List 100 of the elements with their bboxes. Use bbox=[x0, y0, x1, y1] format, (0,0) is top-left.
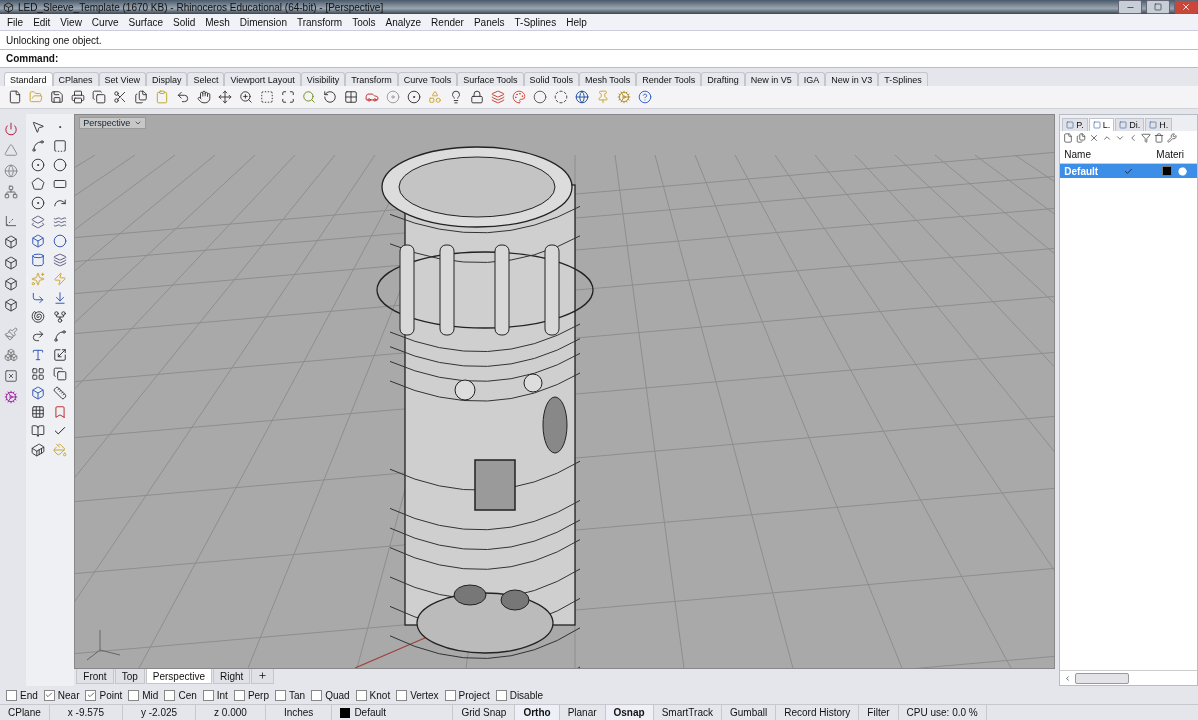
toolbar-tab[interactable]: Solid Tools bbox=[523, 72, 579, 86]
checkbox-label[interactable]: Quad bbox=[325, 689, 350, 701]
menu-item[interactable]: Curve bbox=[86, 16, 124, 28]
menu-item[interactable]: Solid bbox=[168, 16, 201, 28]
toolbar-tab[interactable]: Mesh Tools bbox=[578, 72, 637, 86]
frame-icon[interactable] bbox=[2, 367, 20, 385]
menu-item[interactable]: Analyze bbox=[380, 16, 427, 28]
viewport-tab[interactable]: Perspective bbox=[145, 669, 212, 684]
mesh-box-icon[interactable] bbox=[29, 384, 47, 402]
status-toggle[interactable]: Ortho bbox=[515, 705, 560, 720]
polygon-icon[interactable] bbox=[29, 175, 47, 193]
rotate-icon[interactable] bbox=[321, 88, 339, 106]
checkbox-label[interactable]: Project bbox=[458, 689, 490, 701]
toolbar-tab[interactable]: Select bbox=[187, 72, 225, 86]
toolbar-tab[interactable]: Transform bbox=[345, 72, 398, 86]
checkbox-label[interactable]: Mid bbox=[142, 689, 159, 701]
viewport-title[interactable]: Perspective bbox=[79, 117, 147, 129]
wrench-icon[interactable] bbox=[1167, 133, 1178, 143]
menu-item[interactable]: T-Splines bbox=[509, 16, 562, 28]
checkbox[interactable] bbox=[355, 689, 367, 701]
checkbox-label[interactable]: Int bbox=[216, 689, 228, 701]
panel-tab[interactable]: H. bbox=[1145, 118, 1173, 131]
menu-item[interactable]: Mesh bbox=[200, 16, 235, 28]
menu-item[interactable]: Help bbox=[561, 16, 592, 28]
toolbar-tab[interactable]: Render Tools bbox=[636, 72, 702, 86]
gear-icon[interactable] bbox=[615, 88, 633, 106]
checkbox-label[interactable]: Point bbox=[99, 689, 123, 701]
toolbar-tab[interactable]: New in V5 bbox=[744, 72, 798, 86]
book-icon[interactable] bbox=[29, 422, 47, 440]
checkbox[interactable] bbox=[202, 689, 214, 701]
nodes-icon[interactable] bbox=[2, 183, 20, 201]
close-button[interactable] bbox=[1174, 0, 1198, 14]
toolbar-tab[interactable]: New in V3 bbox=[825, 72, 879, 86]
box-icon[interactable] bbox=[2, 254, 20, 272]
box-icon[interactable] bbox=[2, 296, 20, 314]
menu-item[interactable]: Dimension bbox=[234, 16, 292, 28]
save-icon[interactable] bbox=[48, 88, 66, 106]
status-toggle[interactable]: SmartTrack bbox=[653, 705, 722, 720]
checkbox[interactable] bbox=[444, 689, 456, 701]
globe-icon[interactable] bbox=[2, 162, 20, 180]
circle-center-icon[interactable] bbox=[29, 194, 47, 212]
lock-icon[interactable] bbox=[468, 88, 486, 106]
help-icon[interactable] bbox=[636, 88, 654, 106]
power-icon[interactable] bbox=[2, 120, 20, 138]
filter-icon[interactable] bbox=[1141, 133, 1152, 143]
down-icon[interactable] bbox=[1115, 133, 1126, 143]
cylinder-icon[interactable] bbox=[29, 251, 47, 269]
array-icon[interactable] bbox=[29, 403, 47, 421]
panel-tab[interactable]: Di. bbox=[1115, 118, 1145, 131]
zoom-window-icon[interactable] bbox=[258, 88, 276, 106]
checkbox-label[interactable]: Tan bbox=[289, 689, 306, 701]
toolbar-tab[interactable]: Surface Tools bbox=[457, 72, 524, 86]
checkbox-label[interactable]: Disable bbox=[509, 689, 544, 701]
checkbox[interactable] bbox=[311, 689, 323, 701]
toolbar-tab[interactable]: T-Splines bbox=[878, 72, 928, 86]
checkbox[interactable] bbox=[495, 689, 507, 701]
viewport-tab[interactable]: Right bbox=[213, 669, 251, 684]
panel-tab[interactable]: L. bbox=[1088, 118, 1115, 131]
box-icon[interactable] bbox=[2, 275, 20, 293]
checkbox[interactable] bbox=[164, 689, 176, 701]
viewport-tab[interactable]: Front bbox=[76, 669, 114, 684]
horizontal-scrollbar[interactable] bbox=[1060, 670, 1197, 685]
four-view-icon[interactable] bbox=[342, 88, 360, 106]
polyline-icon[interactable] bbox=[29, 137, 47, 155]
menu-item[interactable]: Tools bbox=[347, 16, 381, 28]
color-wheel-icon[interactable] bbox=[510, 88, 528, 106]
layers-icon[interactable] bbox=[489, 88, 507, 106]
column-header[interactable]: Materi bbox=[1152, 148, 1197, 160]
checkbox[interactable] bbox=[275, 689, 286, 701]
scroll-thumb[interactable] bbox=[1075, 672, 1130, 684]
menu-item[interactable]: View bbox=[55, 16, 87, 28]
maximize-button[interactable] bbox=[1146, 0, 1170, 14]
units-label[interactable]: Inches bbox=[265, 705, 333, 720]
copy-layer-icon[interactable] bbox=[1076, 133, 1087, 143]
checkbox-label[interactable]: Knot bbox=[369, 689, 391, 701]
toolbar-tab[interactable]: Display bbox=[145, 72, 188, 86]
toolbar-tab[interactable]: Standard bbox=[4, 72, 53, 86]
menu-item[interactable]: File bbox=[2, 16, 29, 28]
status-toggle[interactable]: Planar bbox=[559, 705, 606, 720]
status-toggle[interactable]: Record History bbox=[776, 705, 860, 720]
menu-item[interactable]: Panels bbox=[468, 16, 510, 28]
checkbox[interactable] bbox=[6, 689, 17, 701]
toolbar-tab[interactable]: CPlanes bbox=[52, 72, 99, 86]
cplane-label[interactable]: CPlane bbox=[0, 705, 50, 720]
menu-item[interactable]: Transform bbox=[291, 16, 348, 28]
dimension-icon[interactable] bbox=[51, 384, 69, 402]
zoom-in-icon[interactable] bbox=[237, 88, 255, 106]
add-tab-button[interactable] bbox=[251, 669, 275, 684]
delete-icon[interactable] bbox=[1089, 133, 1100, 143]
layer-color-swatch[interactable] bbox=[1162, 166, 1173, 176]
checkbox-label[interactable]: Cen bbox=[178, 689, 197, 701]
boxes-icon[interactable] bbox=[2, 346, 20, 364]
hand-icon[interactable] bbox=[195, 88, 213, 106]
zoom-extents-icon[interactable] bbox=[279, 88, 297, 106]
new-layer-icon[interactable] bbox=[1063, 133, 1074, 143]
panel-tab[interactable]: P. bbox=[1062, 118, 1088, 131]
checkbox[interactable] bbox=[233, 689, 245, 701]
circle-point-icon[interactable] bbox=[405, 88, 423, 106]
trash-icon[interactable] bbox=[1154, 133, 1165, 143]
toolbar-tab[interactable]: Set View bbox=[98, 72, 146, 86]
